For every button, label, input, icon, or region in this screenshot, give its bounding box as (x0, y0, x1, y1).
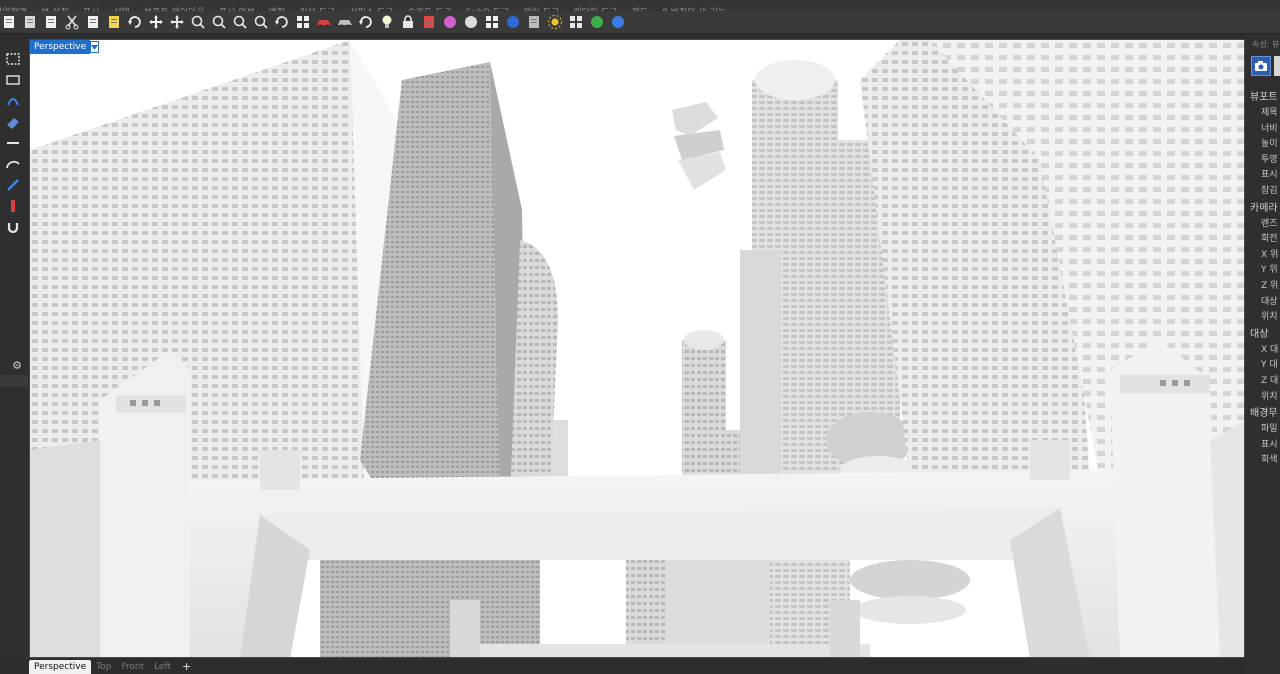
menu-bar: 작업평면뷰 설정표시선택뷰포트 레이아웃표시 여부변형커브 도구서피스 도구솔리… (0, 0, 1280, 11)
properties-panel: 속성: 뷰 뷰포트 제목 너비 높이 투영 표시 잠김 카메라 렌즈 회전 X 위Y 위Z 위 대상 위… (1246, 34, 1280, 674)
property-label: X 대 (1261, 344, 1279, 355)
property-label: 높이 (1261, 139, 1278, 150)
property-label: 회전 (1261, 234, 1278, 245)
property-label: 위치 (1261, 391, 1278, 402)
move-view-icon[interactable] (168, 13, 186, 31)
property-label: 표시 (1261, 439, 1278, 450)
left-toolbar-strip (0, 375, 28, 387)
rotate-view-icon[interactable] (273, 13, 291, 31)
property-label: X 위 (1261, 249, 1279, 260)
bounding-box-icon[interactable] (483, 13, 501, 31)
car-wireframe-icon[interactable] (336, 13, 354, 31)
property-label: Y 대 (1261, 360, 1278, 371)
panel-section-title[interactable]: 카메라 (1250, 199, 1278, 214)
perspective-viewport[interactable]: Perspective (29, 39, 1245, 658)
car-render-icon[interactable] (315, 13, 333, 31)
gradient-tool-icon[interactable] (3, 197, 23, 215)
property-label: 표시 (1261, 170, 1278, 181)
tab-left[interactable]: Left (149, 660, 176, 674)
display-mode-icon[interactable] (357, 13, 375, 31)
light-bulb-icon[interactable] (378, 13, 396, 31)
curve-tool-icon[interactable] (3, 92, 23, 110)
gear-icon[interactable]: ⚙ (10, 358, 24, 372)
property-label: Z 위 (1261, 281, 1279, 291)
panel-section-title[interactable]: 뷰포트 (1250, 88, 1278, 103)
property-label: 대상 (1261, 296, 1278, 307)
property-label: Z 대 (1261, 376, 1279, 386)
zoom-selected-icon[interactable] (252, 13, 270, 31)
left-toolbar: ⚙ (0, 40, 28, 660)
color-wheel-icon[interactable] (441, 13, 459, 31)
property-label: Y 위 (1261, 265, 1278, 276)
add-tab-button[interactable]: + (176, 660, 197, 674)
viewport-tabs: Perspective Top Front Left + (29, 659, 1245, 674)
line-tool-icon[interactable] (3, 134, 23, 152)
sun-icon[interactable] (546, 13, 564, 31)
property-label: 잠김 (1261, 186, 1278, 196)
eraser-icon[interactable] (3, 113, 23, 131)
green-render-icon[interactable] (588, 13, 606, 31)
undo-icon[interactable] (126, 13, 144, 31)
main-toolbar (0, 11, 1280, 34)
cut-icon[interactable] (63, 13, 81, 31)
rectangle-select-icon[interactable] (3, 71, 23, 89)
chevron-down-icon (91, 44, 98, 50)
material-icon[interactable] (420, 13, 438, 31)
pencil-icon[interactable] (3, 176, 23, 194)
viewport-title[interactable]: Perspective (30, 40, 91, 54)
city-scene-render (30, 40, 1244, 657)
property-label: 렌즈 (1261, 218, 1278, 229)
print-icon[interactable] (21, 13, 39, 31)
save-icon[interactable] (42, 13, 60, 31)
new-file-icon[interactable] (0, 13, 18, 31)
blue-sphere-icon[interactable] (504, 13, 522, 31)
rhino-app-window: 작업평면뷰 설정표시선택뷰포트 레이아웃표시 여부변형커브 도구서피스 도구솔리… (0, 0, 1280, 674)
zoom-icon[interactable] (189, 13, 207, 31)
viewport-title-text: Perspective (34, 42, 87, 52)
panel-section-title[interactable]: 배경무 (1250, 404, 1278, 419)
viewport-menu-button[interactable] (90, 41, 99, 53)
arc-tool-icon[interactable] (3, 155, 23, 173)
property-label: 너비 (1261, 123, 1278, 134)
paste-icon[interactable] (105, 13, 123, 31)
four-viewports-icon[interactable] (294, 13, 312, 31)
camera-icon[interactable] (1251, 56, 1271, 76)
sphere-render-icon[interactable] (462, 13, 480, 31)
property-label: 제목 (1261, 108, 1278, 118)
panel-section-title[interactable]: 대상 (1250, 325, 1268, 340)
property-label: 회색 (1261, 455, 1278, 466)
property-label: 위치 (1261, 312, 1278, 323)
magnet-icon[interactable] (3, 218, 23, 236)
property-label: 파일 (1261, 424, 1278, 435)
tab-top[interactable]: Top (91, 660, 116, 674)
panel-header: 속성: 뷰 (1252, 40, 1280, 49)
zoom-extents-icon[interactable] (231, 13, 249, 31)
zoom-window-icon[interactable] (210, 13, 228, 31)
tab-perspective[interactable]: Perspective (29, 659, 92, 674)
lock-icon[interactable] (399, 13, 417, 31)
tab-front[interactable]: Front (116, 660, 149, 674)
grid-snap-icon[interactable] (567, 13, 585, 31)
copy-icon[interactable] (84, 13, 102, 31)
help-icon[interactable] (609, 13, 627, 31)
pan-hand-icon[interactable] (147, 13, 165, 31)
panel-tab-edge[interactable] (1274, 56, 1280, 76)
select-points-icon[interactable] (3, 50, 23, 68)
environment-icon[interactable] (525, 13, 543, 31)
property-label: 투영 (1261, 154, 1278, 165)
